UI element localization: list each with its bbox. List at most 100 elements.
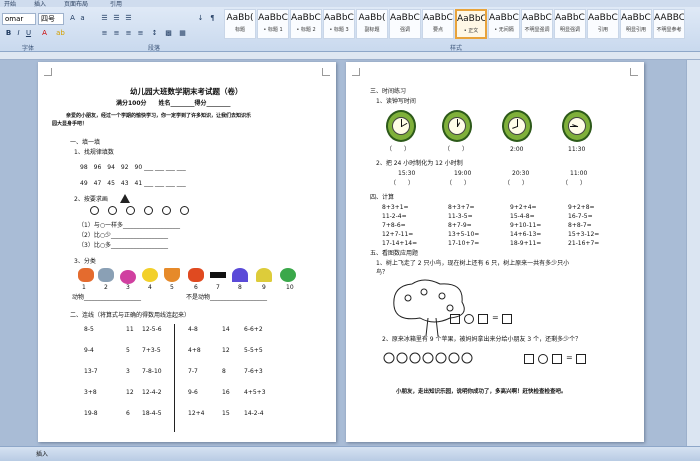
align-right-icon[interactable]: ≡ [124, 29, 133, 38]
tab-insert[interactable]: 插入 [34, 0, 46, 8]
sort-icon[interactable]: ↓ [196, 14, 205, 23]
highlight-icon[interactable]: ab [56, 29, 65, 38]
match-cell: 14-2-4 [244, 410, 264, 417]
calc-item: 11-3-5= [448, 213, 473, 220]
style-label: • 标题 3 [329, 27, 349, 33]
style-option[interactable]: AaBbCcDd 要点 [422, 9, 454, 39]
borders-icon[interactable]: ▦ [178, 29, 187, 38]
picture-number: 6 [194, 284, 198, 291]
style-option[interactable]: AaBbCcD • 标题 2 [290, 9, 322, 39]
match-cell: 8-5 [84, 326, 94, 333]
align-center-icon[interactable]: ≡ [112, 29, 121, 38]
style-option[interactable]: AaBbCcDd 不明显强调 [521, 9, 553, 39]
match-cell: 14 [222, 326, 230, 333]
shading-icon[interactable]: ▩ [164, 29, 173, 38]
calc-item: 18-9+11= [510, 240, 542, 247]
bullets-icon[interactable]: ☰ [100, 14, 109, 23]
style-option[interactable]: AaBbCcDc • 无间隔 [488, 9, 520, 39]
font-color-icon[interactable]: A [40, 29, 49, 38]
style-option[interactable]: AaBbC • 标题 1 [257, 9, 289, 39]
vertical-scrollbar[interactable] [686, 60, 700, 446]
time12-blank-4: （ ） [562, 180, 587, 187]
intro-text-2: 园大显身手吧！ [52, 121, 88, 127]
operator-circle [464, 314, 474, 324]
section-4-title: 四、计算 [370, 194, 395, 201]
clock-time-4: 11:30 [568, 146, 586, 153]
section-1-2-title: 2、按要求画 [74, 196, 108, 203]
align-left-icon[interactable]: ≡ [100, 29, 109, 38]
elephant-picture [98, 268, 114, 282]
style-option[interactable]: AaBb(副标题 [356, 9, 388, 39]
time12-blank-2: （ ） [446, 180, 471, 187]
style-option[interactable]: AaBb(标题 [224, 9, 256, 39]
style-preview: AaBbCcDd [522, 13, 552, 23]
match-cell: 4+8 [188, 347, 201, 354]
status-bar: 插入 [0, 446, 700, 461]
clock-picture [386, 110, 416, 142]
calc-item: 17-14+14= [382, 240, 418, 247]
styles-gallery: AaBb(标题 AaBbC • 标题 1 AaBbCcD • 标题 2 AaBbCcDd •… [224, 9, 694, 39]
match-cell: 12-4-2 [142, 389, 162, 396]
style-option[interactable]: AaBbCcDd • 标题 3 [323, 9, 355, 39]
match-cell: 19-8 [84, 410, 98, 417]
line-spacing-icon[interactable]: ↕ [150, 29, 159, 38]
style-label: 不明显强调 [524, 27, 550, 33]
time24-2: 19:00 [454, 170, 472, 177]
calc-item: 21-16+7= [568, 240, 600, 247]
match-cell: 3+8 [84, 389, 97, 396]
ruler [0, 52, 700, 60]
multilevel-list-icon[interactable]: ☰ [124, 14, 133, 23]
time24-1: 15:30 [398, 170, 416, 177]
shrink-font-icon[interactable]: a [78, 14, 87, 23]
sequence-row-1: 98 96 94 92 90 ___ ___ ___ ___ [80, 164, 186, 171]
style-option[interactable]: AaBbCcDc • 正文 [455, 9, 487, 39]
section-1-1-title: 1、找规律填数 [74, 149, 114, 156]
style-option[interactable]: AaBbCcDc 引用 [587, 9, 619, 39]
butterfly-picture [232, 268, 248, 282]
grow-font-icon[interactable]: A [68, 14, 77, 23]
style-option[interactable]: AaBbCcDc 明显引用 [620, 9, 652, 39]
match-cell: 7-8-10 [142, 368, 162, 375]
style-preview: AaBbCcDc [489, 13, 519, 23]
picture-number: 9 [262, 284, 266, 291]
bold-icon[interactable]: B [4, 29, 13, 38]
triangle-shape [120, 194, 130, 203]
underline-icon[interactable]: U [24, 29, 33, 38]
picture-number: 3 [126, 284, 130, 291]
clock-picture [442, 110, 472, 142]
sequence-row-2: 49 47 45 43 41 ___ ___ ___ ___ [80, 180, 186, 187]
picture-number: 2 [104, 284, 108, 291]
style-label: 强调 [399, 27, 410, 33]
show-marks-icon[interactable]: ¶ [208, 14, 217, 23]
font-name-select[interactable]: omar [2, 13, 36, 25]
style-label: 要点 [432, 27, 443, 33]
match-cell: 9-6 [188, 389, 198, 396]
match-cell: 12 [222, 347, 230, 354]
calc-item: 7+8-6= [382, 222, 406, 229]
style-option[interactable]: AaBbCcDd 明显强调 [554, 9, 586, 39]
answer-box [576, 354, 586, 364]
insert-mode-indicator[interactable]: 插入 [36, 451, 48, 459]
style-label: 不明显参考 [656, 27, 682, 33]
style-option[interactable]: AABBCcD 不明显参考 [653, 9, 685, 39]
calc-item: 8+8-7= [568, 222, 592, 229]
section-3-2-title: 2、把 24 小时制化为 12 小时制 [376, 160, 463, 167]
match-cell: 11 [126, 326, 134, 333]
operator-circle [538, 354, 548, 364]
match-cell: 12-5-6 [142, 326, 162, 333]
style-option[interactable]: AaBbCcDd 强调 [389, 9, 421, 39]
numbering-icon[interactable]: ☰ [112, 14, 121, 23]
italic-icon[interactable]: I [14, 29, 23, 38]
clock-time-3: 2:00 [510, 146, 524, 153]
style-preview: AaBbCcDc [621, 13, 651, 23]
font-size-select[interactable]: 四号 [38, 13, 64, 25]
calc-item: 9+2+8= [568, 204, 595, 211]
tab-references[interactable]: 引用 [110, 0, 122, 8]
tab-layout[interactable]: 页面布局 [64, 0, 88, 8]
style-label: 明显引用 [625, 27, 646, 33]
calc-item: 13+5-10= [448, 231, 480, 238]
chick-picture [142, 268, 158, 282]
fish-picture [280, 268, 296, 282]
justify-icon[interactable]: ≡ [136, 29, 145, 38]
tab-home[interactable]: 开始 [4, 0, 16, 8]
